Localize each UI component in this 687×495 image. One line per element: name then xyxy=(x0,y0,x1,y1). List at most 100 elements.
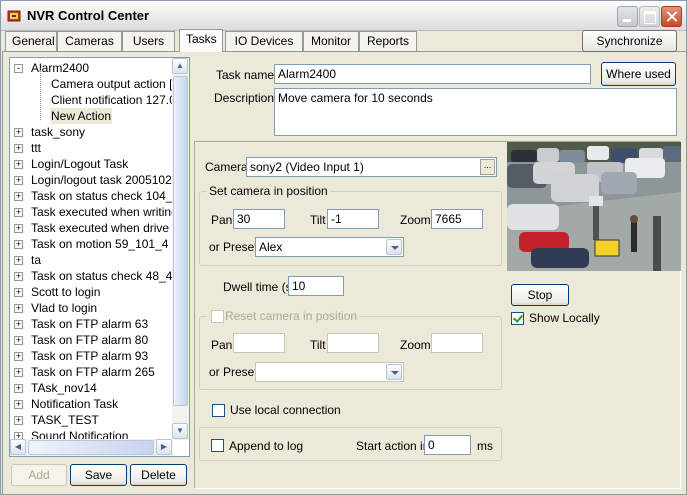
tree-item-label: ta xyxy=(31,253,42,267)
expand-icon[interactable]: + xyxy=(14,128,23,137)
preset-select[interactable]: Alex xyxy=(255,237,404,257)
camera-preview-image xyxy=(507,142,681,271)
tree-item-label: Scott to login xyxy=(31,285,101,299)
tree-hscroll-thumb[interactable] xyxy=(28,440,154,455)
tree-item-label: Task on FTP alarm 80 xyxy=(31,333,149,347)
reset-zoom-input[interactable] xyxy=(431,333,483,353)
tree-connector xyxy=(40,70,41,120)
tab-strip: General Cameras Users Tasks IO Devices M… xyxy=(3,29,583,52)
camera-select-value: sony2 (Video Input 1) xyxy=(250,160,364,174)
tree-horizontal-scrollbar[interactable]: ◀ ▶ xyxy=(10,439,173,456)
tree-item-label: Task on FTP alarm 265 xyxy=(31,365,155,379)
expand-icon[interactable]: + xyxy=(14,352,23,361)
tree-item-label: TAsk_nov14 xyxy=(31,381,97,395)
pan-input[interactable]: 30 xyxy=(233,209,285,229)
collapse-icon[interactable]: - xyxy=(14,64,23,73)
expand-icon[interactable]: + xyxy=(14,224,23,233)
start-action-input[interactable]: 0 xyxy=(424,435,471,455)
tree-vscroll-thumb[interactable] xyxy=(173,76,188,406)
tab-general[interactable]: General xyxy=(5,31,57,51)
scroll-up-icon[interactable]: ▲ xyxy=(172,58,188,74)
dwell-time-label: Dwell time (s) xyxy=(223,280,296,294)
save-button[interactable]: Save xyxy=(70,464,127,486)
tree-vertical-scrollbar[interactable]: ▲ ▼ xyxy=(172,58,189,440)
show-locally-checkbox[interactable] xyxy=(511,312,524,325)
tilt-input[interactable]: -1 xyxy=(327,209,379,229)
expand-icon[interactable]: + xyxy=(14,144,23,153)
scroll-down-icon[interactable]: ▼ xyxy=(172,423,188,439)
expand-icon[interactable]: + xyxy=(14,400,23,409)
use-local-connection-checkbox[interactable] xyxy=(212,404,225,417)
tab-reports[interactable]: Reports xyxy=(359,31,417,51)
tree-item-label: Notification Task xyxy=(31,397,119,411)
tab-users[interactable]: Users xyxy=(122,31,175,51)
synchronize-button[interactable]: Synchronize xyxy=(582,30,677,52)
tree-item-label: TASK_TEST xyxy=(31,413,99,427)
tree-item-label: Task on FTP alarm 63 xyxy=(31,317,149,331)
zoom-input[interactable]: 7665 xyxy=(431,209,483,229)
tree-item-label: Login/Logout Task xyxy=(31,157,129,171)
tree-item-label: Task on FTP alarm 93 xyxy=(31,349,149,363)
main-window: NVR Control Center General Cameras Users… xyxy=(0,0,687,495)
expand-icon[interactable]: + xyxy=(14,304,23,313)
expand-icon[interactable]: + xyxy=(14,240,23,249)
window-title: NVR Control Center xyxy=(27,8,150,23)
stop-button[interactable]: Stop xyxy=(511,284,569,306)
where-used-button[interactable]: Where used xyxy=(601,62,676,86)
tab-tasks[interactable]: Tasks xyxy=(179,29,223,52)
start-action-unit: ms xyxy=(477,439,493,453)
expand-icon[interactable]: + xyxy=(14,208,23,217)
reset-position-checkbox[interactable] xyxy=(211,310,224,323)
reset-position-caption: Reset camera in position xyxy=(225,309,358,323)
tab-cameras[interactable]: Cameras xyxy=(57,31,122,51)
reset-preset-select[interactable] xyxy=(255,362,404,382)
expand-icon[interactable]: + xyxy=(14,320,23,329)
expand-icon[interactable]: + xyxy=(14,176,23,185)
scroll-right-icon[interactable]: ▶ xyxy=(156,439,172,455)
reset-tilt-input[interactable] xyxy=(327,333,379,353)
expand-icon[interactable]: + xyxy=(14,256,23,265)
preset-label: or Preset xyxy=(209,240,258,254)
tree-item-label: ttt xyxy=(31,141,42,155)
tree-item-label: Camera output action [sor xyxy=(51,77,173,91)
reset-chevron-down-icon[interactable] xyxy=(386,364,402,380)
expand-icon[interactable]: + xyxy=(14,368,23,377)
expand-icon[interactable]: + xyxy=(14,288,23,297)
expand-icon[interactable]: + xyxy=(14,336,23,345)
expand-icon[interactable]: + xyxy=(14,272,23,281)
dwell-time-input[interactable]: 10 xyxy=(288,276,344,296)
minimize-button[interactable] xyxy=(617,6,638,27)
show-locally-label: Show Locally xyxy=(529,311,600,325)
camera-preview xyxy=(507,142,681,271)
task-name-input[interactable]: Alarm2400 xyxy=(274,64,591,84)
description-textarea[interactable]: Move camera for 10 seconds xyxy=(274,88,677,136)
tree-item-label: Login/logout task 200510241 xyxy=(31,173,173,187)
close-button[interactable] xyxy=(661,6,682,27)
camera-select[interactable]: sony2 (Video Input 1) ... xyxy=(246,157,497,177)
expand-icon[interactable]: + xyxy=(14,416,23,425)
set-position-caption: Set camera in position xyxy=(207,184,330,198)
task-name-label: Task name: xyxy=(216,68,278,82)
expand-icon[interactable]: + xyxy=(14,160,23,169)
scroll-left-icon[interactable]: ◀ xyxy=(10,439,26,455)
task-tree[interactable]: -Alarm2400Camera output action [sorClien… xyxy=(9,57,190,457)
delete-button[interactable]: Delete xyxy=(130,464,187,486)
camera-browse-icon[interactable]: ... xyxy=(480,159,495,175)
tree-item-label: Task executed when writing e xyxy=(31,205,173,219)
add-button[interactable]: Add xyxy=(11,464,67,486)
maximize-button[interactable] xyxy=(639,6,660,27)
expand-icon[interactable]: + xyxy=(14,384,23,393)
reset-pan-input[interactable] xyxy=(233,333,285,353)
reset-tilt-label: Tilt xyxy=(310,338,326,352)
append-to-log-checkbox[interactable] xyxy=(211,439,224,452)
chevron-down-icon[interactable] xyxy=(386,239,402,255)
preset-select-value: Alex xyxy=(259,240,283,254)
app-icon xyxy=(7,10,21,22)
start-action-label: Start action in xyxy=(356,439,430,453)
tab-monitor[interactable]: Monitor xyxy=(303,31,359,51)
expand-icon[interactable]: + xyxy=(14,192,23,201)
tab-io-devices[interactable]: IO Devices xyxy=(225,31,303,51)
reset-preset-label: or Preset xyxy=(209,365,258,379)
tree-item-label: Task on status check 48_48 xyxy=(31,269,173,283)
title-bar[interactable]: NVR Control Center xyxy=(1,1,686,31)
